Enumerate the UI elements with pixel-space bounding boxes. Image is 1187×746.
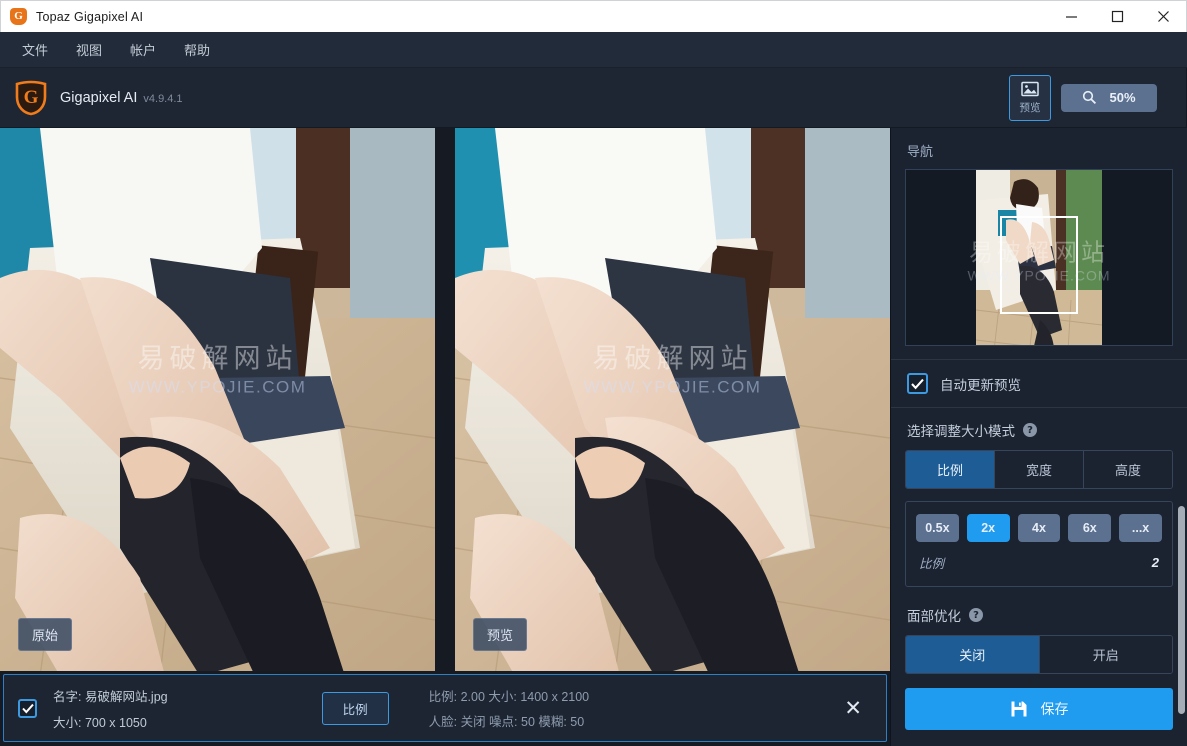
auto-update-preview-checkbox[interactable] <box>907 373 928 395</box>
face-refinement-segmented: 关闭 开启 <box>905 635 1173 675</box>
scale-value-number: 2 <box>1151 555 1159 571</box>
brand-version: v4.9.4.1 <box>143 92 183 105</box>
menu-item-view[interactable]: 视图 <box>62 35 116 64</box>
menu-item-file[interactable]: 文件 <box>8 35 62 64</box>
title-bar: Topaz Gigapixel AI <box>0 0 1187 32</box>
file-size-label: 大小: 700 x 1050 <box>53 715 147 730</box>
brand-block: G Gigapixel AI v4.9.4.1 <box>14 80 183 116</box>
brand-title: Gigapixel AI <box>60 89 138 106</box>
navigator-thumbnail <box>976 170 1102 346</box>
face-refinement-option-off[interactable]: 关闭 <box>906 636 1040 674</box>
gigapixel-shield-icon: G <box>14 80 48 116</box>
scale-chip-custom[interactable]: ...x <box>1119 514 1162 543</box>
file-output-line2: 人脸: 关闭 噪点: 50 模糊: 50 <box>428 715 585 729</box>
auto-update-preview-row[interactable]: 自动更新预览 <box>891 360 1187 407</box>
face-refinement-option-on[interactable]: 开启 <box>1039 636 1172 674</box>
save-floppy-icon <box>1011 701 1026 717</box>
preview-toggle-button[interactable]: 预览 <box>1009 74 1051 121</box>
resize-mode-segmented: 比例 宽度 高度 <box>905 450 1173 490</box>
original-photo <box>0 128 435 671</box>
resize-mode-option-height[interactable]: 高度 <box>1084 451 1172 489</box>
menu-bar: 文件 视图 帐户 帮助 <box>0 32 1187 68</box>
resize-mode-header: 选择调整大小模式 ? <box>905 420 1173 450</box>
minimize-icon[interactable] <box>1048 1 1094 32</box>
face-refinement-group: 面部优化 ? 关闭 开启 <box>891 587 1187 675</box>
scale-chip-2x[interactable]: 2x <box>966 514 1010 543</box>
scale-selector-box: 0.5x 2x 4x 6x ...x 比例 2 <box>905 501 1173 588</box>
save-button-label: 保存 <box>1040 701 1069 718</box>
window-controls <box>1048 1 1186 32</box>
title-bar-left: Topaz Gigapixel AI <box>1 8 1048 25</box>
menu-item-account[interactable]: 帐户 <box>116 35 170 64</box>
preview-toggle-label: 预览 <box>1019 101 1041 114</box>
file-list-row[interactable]: 名字: 易破解网站.jpg 大小: 700 x 1050 比例 比例: 2.00… <box>3 674 887 742</box>
scale-chip-6x[interactable]: 6x <box>1068 514 1112 543</box>
close-icon[interactable] <box>1140 1 1186 32</box>
scale-value-label: 比例 <box>919 557 945 572</box>
zoom-level-label: 50% <box>1109 90 1136 105</box>
settings-sidebar: 导航 易破解网站 WWW.YPOJIE.COM 自动更新预览 选择调整大小模式 … <box>890 128 1187 746</box>
brand-text: Gigapixel AI v4.9.4.1 <box>60 90 183 106</box>
image-workspace: 易破解网站 WWW.YPOJIE.COM 原始 易破解网站 WWW.YPOJIE… <box>0 128 890 746</box>
navigator-panel[interactable]: 易破解网站 WWW.YPOJIE.COM <box>905 169 1173 347</box>
zoom-level-button[interactable]: 50% <box>1061 83 1157 112</box>
face-refinement-header: 面部优化 ? <box>905 605 1173 635</box>
original-pane[interactable]: 易破解网站 WWW.YPOJIE.COM 原始 <box>0 128 435 671</box>
save-button[interactable]: 保存 <box>905 688 1173 731</box>
main-body: 易破解网站 WWW.YPOJIE.COM 原始 易破解网站 WWW.YPOJIE… <box>0 128 1187 746</box>
file-output-line1: 比例: 2.00 大小: 1400 x 2100 <box>428 690 590 704</box>
navigator-viewport-rect[interactable] <box>1000 216 1078 314</box>
face-refinement-title: 面部优化 <box>907 609 961 625</box>
scale-chip-row: 0.5x 2x 4x 6x ...x <box>916 514 1162 543</box>
window-title: Topaz Gigapixel AI <box>36 9 144 24</box>
navigator-title: 导航 <box>907 144 934 159</box>
resize-mode-option-scale[interactable]: 比例 <box>906 451 995 489</box>
help-icon[interactable]: ? <box>1023 423 1037 438</box>
file-name-label: 名字: 易破解网站.jpg <box>53 689 168 704</box>
preview-badge: 预览 <box>473 618 528 651</box>
brand-letter: G <box>23 86 39 108</box>
file-ratio-button[interactable]: 比例 <box>321 691 389 725</box>
toolbar-right-group: 预览 50% <box>1009 74 1175 121</box>
close-icon[interactable]: ✕ <box>836 696 870 721</box>
gigapixel-logo-icon <box>10 8 27 25</box>
maximize-icon[interactable] <box>1094 1 1140 32</box>
sidebar-scrollbar[interactable] <box>1178 506 1185 714</box>
app-toolbar: G Gigapixel AI v4.9.4.1 预览 50% <box>0 68 1187 128</box>
preview-pane[interactable]: 易破解网站 WWW.YPOJIE.COM 预览 <box>455 128 890 671</box>
resize-mode-option-width[interactable]: 宽度 <box>995 451 1084 489</box>
resize-mode-title: 选择调整大小模式 <box>907 424 1015 440</box>
auto-update-preview-label: 自动更新预览 <box>940 377 1021 393</box>
scale-chip-0_5x[interactable]: 0.5x <box>916 514 959 543</box>
app-window: Topaz Gigapixel AI 文件 视图 帐户 帮助 <box>0 0 1187 746</box>
file-select-checkbox[interactable] <box>18 698 37 718</box>
magnifier-icon <box>1083 90 1097 105</box>
resize-mode-group: 选择调整大小模式 ? 比例 宽度 高度 <box>891 408 1187 490</box>
image-icon <box>1021 81 1039 96</box>
menu-item-help[interactable]: 帮助 <box>170 35 224 64</box>
scale-chip-4x[interactable]: 4x <box>1017 514 1061 543</box>
preview-photo <box>455 128 890 671</box>
file-meta: 名字: 易破解网站.jpg 大小: 700 x 1050 <box>53 686 168 731</box>
original-badge: 原始 <box>18 618 73 651</box>
help-icon[interactable]: ? <box>969 608 983 623</box>
scale-value-row: 比例 2 <box>916 553 1162 572</box>
save-area: 保存 <box>891 674 1187 746</box>
compare-panes: 易破解网站 WWW.YPOJIE.COM 原始 易破解网站 WWW.YPOJIE… <box>0 128 890 671</box>
file-output-info: 比例: 2.00 大小: 1400 x 2100 人脸: 关闭 噪点: 50 模… <box>429 686 590 730</box>
